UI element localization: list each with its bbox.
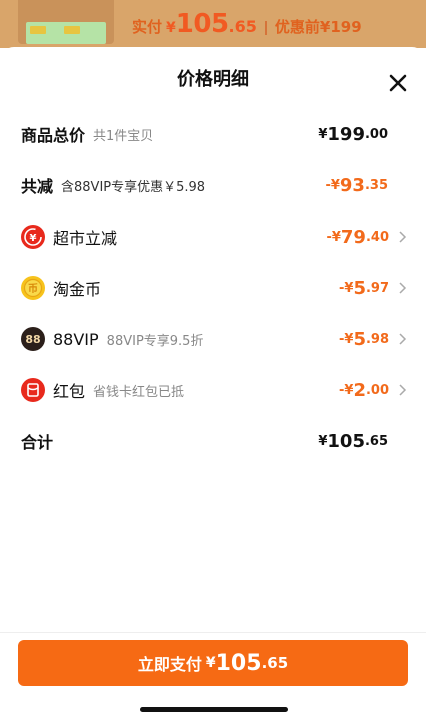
row-title: 88VIP — [53, 329, 99, 349]
amount-integer: 2 — [353, 379, 366, 401]
actual-paid-integer: 105 — [175, 9, 229, 39]
product-thumbnail-mark — [64, 26, 80, 34]
row-title: 合计 — [21, 433, 54, 452]
row-goods-total: 商品总价 共1件宝贝 ¥199.00 — [0, 114, 426, 154]
page-backdrop: 实付 ¥105.65 优惠前¥199 — [0, 0, 426, 48]
chevron-right-icon — [399, 231, 407, 243]
row-amount: -¥ 79.40 — [326, 217, 389, 257]
row-amount: -¥ 93.35 — [325, 165, 388, 205]
row-amount: ¥105.65 — [318, 421, 388, 461]
original-price-value: ¥199 — [319, 18, 362, 36]
row-supermarket-discount[interactable]: ¥ 超市立减 -¥ 79.40 — [0, 217, 426, 257]
amount-currency: -¥ — [325, 177, 340, 193]
amount-decimal: .35 — [364, 177, 388, 193]
amount-decimal: .98 — [365, 331, 389, 347]
product-thumbnail-mark — [30, 26, 46, 34]
price-detail-sheet: 价格明细 商品总价 共1件宝贝 ¥199.00 共减 含88VIP专享优惠￥5.… — [0, 47, 426, 720]
row-grand-total: 合计 ¥105.65 — [0, 421, 426, 461]
row-red-packet[interactable]: 红包 省钱卡红包已抵 -¥ 2.00 — [0, 370, 426, 410]
pay-now-label: 立即支付 — [137, 655, 202, 674]
pay-integer: 105 — [215, 650, 262, 676]
amount-integer: 199 — [327, 123, 365, 145]
price-separator — [264, 20, 267, 35]
close-icon — [389, 74, 407, 92]
amount-decimal: .97 — [365, 280, 389, 296]
amount-decimal: .65 — [364, 433, 388, 449]
supermarket-icon-glyph: ¥ — [30, 233, 37, 244]
vip-icon-glyph: 88 — [25, 333, 40, 346]
sheet-title: 价格明细 — [177, 69, 249, 90]
product-thumbnail — [18, 0, 114, 44]
row-amount: -¥ 5.97 — [339, 268, 389, 308]
row-subtitle: 共1件宝贝 — [93, 128, 154, 144]
pay-now-button[interactable]: 立即支付 ¥105.65 — [18, 640, 408, 686]
amount-currency: -¥ — [338, 280, 354, 296]
backdrop-price-summary: 实付 ¥105.65 优惠前¥199 — [132, 9, 362, 39]
row-title: 淘金币 — [53, 280, 102, 299]
row-title: 商品总价 — [21, 126, 86, 145]
row-subtitle: 88VIP专享9.5折 — [106, 333, 204, 349]
row-88vip[interactable]: 88 88VIP 88VIP专享9.5折 -¥ 5.98 — [0, 319, 426, 359]
row-amount: -¥ 5.98 — [339, 319, 389, 359]
amount-currency: -¥ — [338, 382, 354, 398]
actual-paid-decimal: .65 — [228, 17, 257, 36]
amount-integer: 5 — [353, 277, 366, 299]
row-subtitle: 含88VIP专享优惠￥5.98 — [61, 179, 206, 195]
amount-decimal: .40 — [365, 229, 389, 245]
close-button[interactable] — [387, 72, 409, 94]
chevron-right-icon — [399, 282, 407, 294]
row-title: 红包 — [53, 382, 86, 401]
chevron-right-icon — [399, 333, 407, 345]
amount-integer: 5 — [353, 328, 366, 350]
row-title: 超市立减 — [53, 229, 118, 248]
amount-decimal: .00 — [365, 382, 389, 398]
gold-coin-icon: 币 — [21, 276, 45, 300]
amount-currency: ¥ — [318, 126, 328, 142]
bottom-divider — [0, 632, 426, 633]
amount-integer: 105 — [327, 430, 365, 452]
amount-decimal: .00 — [364, 126, 388, 142]
red-packet-icon — [21, 378, 45, 402]
coin-icon-glyph: 币 — [28, 283, 38, 295]
amount-currency: ¥ — [318, 433, 328, 449]
home-indicator — [140, 707, 288, 712]
row-title: 共减 — [21, 177, 54, 196]
amount-integer: 79 — [340, 226, 366, 248]
amount-currency: -¥ — [338, 331, 354, 347]
88vip-icon: 88 — [21, 327, 45, 351]
row-amount: ¥199.00 — [318, 114, 388, 154]
amount-integer: 93 — [339, 174, 365, 196]
row-total-discount: 共减 含88VIP专享优惠￥5.98 -¥ 93.35 — [0, 165, 426, 205]
actual-paid-currency: ¥ — [166, 20, 176, 36]
chevron-right-icon — [399, 384, 407, 396]
amount-currency: -¥ — [326, 229, 341, 245]
row-amount: -¥ 2.00 — [339, 370, 389, 410]
actual-paid-label: 实付 — [132, 18, 163, 36]
supermarket-discount-icon: ¥ — [21, 225, 45, 249]
original-price-label: 优惠前 — [274, 18, 320, 36]
row-subtitle: 省钱卡红包已抵 — [93, 384, 185, 400]
row-taojinbi[interactable]: 币 淘金币 -¥ 5.97 — [0, 268, 426, 308]
pay-currency: ¥ — [205, 655, 216, 671]
pay-decimal: .65 — [261, 654, 289, 672]
